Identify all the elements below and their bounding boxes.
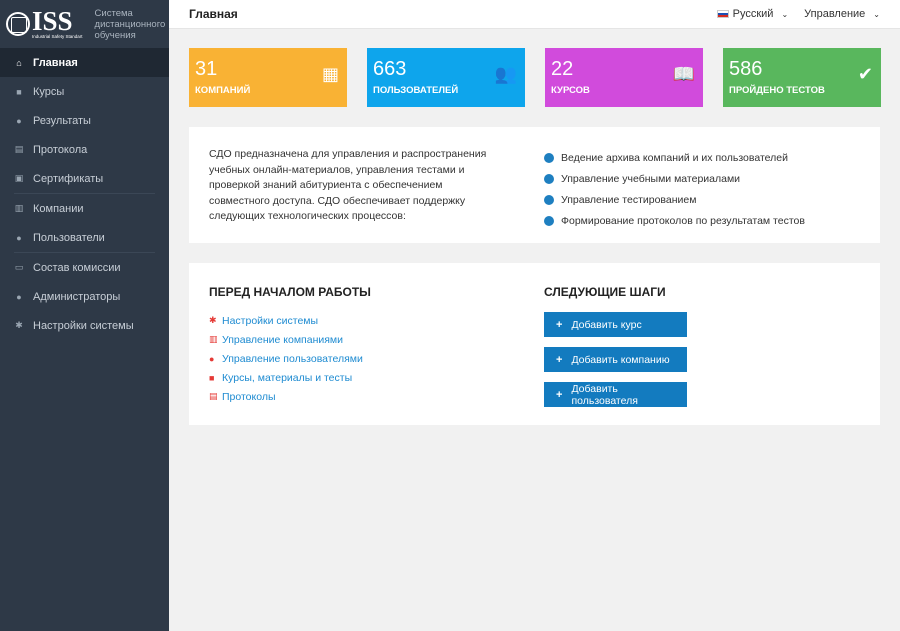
bullet-dot-icon: [544, 173, 554, 184]
stat-label: Пользователей: [373, 85, 459, 96]
protocol-icon: ▤: [209, 391, 218, 401]
sidebar-item-protocols[interactable]: ▤ Протокола: [0, 135, 169, 164]
stat-card-courses[interactable]: 22 Курсов 📖: [545, 48, 703, 107]
intro-text: СДО предназначена для управления и распр…: [209, 148, 487, 222]
logo-caption: Система дистанционного обучения: [94, 7, 166, 41]
book-icon: 📖: [672, 64, 695, 84]
certificate-icon: ▣: [14, 173, 24, 183]
page-title: Главная: [189, 7, 238, 21]
sidebar-item-home[interactable]: ⌂ Главная: [0, 48, 169, 77]
russia-flag-icon: [716, 10, 729, 18]
stat-card-companies[interactable]: 31 Компаний ▦: [189, 48, 347, 107]
section-title: ПЕРЕД НАЧАЛОМ РАБОТЫ: [209, 285, 371, 299]
courses-icon: ■: [16, 86, 22, 97]
logo[interactable]: ISS Industrial Safety Standart Система д…: [0, 0, 169, 48]
home-icon: ⌂: [16, 57, 22, 68]
logo-tagline: Industrial Safety Standart: [32, 34, 83, 39]
feature-list: Ведение архива компаний и их пользовател…: [544, 147, 805, 231]
list-item: Управление учебными материалами: [544, 168, 805, 189]
users-icon: 👥: [494, 64, 517, 84]
link-settings[interactable]: ✱ Настройки системы: [209, 311, 371, 330]
results-icon: ●: [16, 115, 22, 126]
list-item: Формирование протоколов по результатам т…: [544, 210, 805, 231]
sidebar-item-certificates[interactable]: ▣ Сертификаты: [0, 164, 169, 193]
management-dropdown[interactable]: Управление ⌄: [804, 8, 880, 20]
before-start-section: ПЕРЕД НАЧАЛОМ РАБОТЫ ✱ Настройки системы…: [209, 285, 371, 406]
users-icon: ●: [209, 353, 215, 364]
protocol-icon: ▤: [14, 144, 24, 154]
plus-icon: +: [556, 318, 563, 331]
commission-icon: ▭: [14, 262, 24, 272]
sidebar: ISS Industrial Safety Standart Система д…: [0, 0, 169, 631]
gear-icon: ✱: [209, 315, 217, 325]
users-icon: ●: [16, 232, 22, 243]
add-company-button[interactable]: + Добавить компанию: [544, 347, 687, 372]
sidebar-item-companies[interactable]: ▥ Компании: [0, 194, 169, 223]
sidebar-item-label: Администраторы: [33, 290, 121, 303]
stats-row: 31 Компаний ▦ 663 Пользователей 👥 22 Кур…: [189, 48, 881, 107]
building-icon: ▦: [321, 64, 339, 84]
bullet-dot-icon: [544, 215, 554, 226]
stat-label: Курсов: [551, 85, 590, 96]
admin-icon: ●: [16, 291, 22, 302]
sidebar-item-label: Сертификаты: [33, 172, 104, 185]
globe-icon: [6, 12, 30, 36]
sidebar-item-courses[interactable]: ■ Курсы: [0, 77, 169, 106]
user-check-icon: ✔: [857, 64, 873, 84]
section-title: СЛЕДУЮЩИЕ ШАГИ: [544, 285, 666, 299]
bullet-dot-icon: [544, 194, 554, 205]
gear-icon: ✱: [15, 320, 23, 330]
sidebar-item-label: Главная: [33, 56, 78, 69]
management-label: Управление: [804, 8, 866, 20]
link-users[interactable]: ● Управление пользователями: [209, 349, 371, 368]
language-label: Русский: [732, 8, 774, 20]
plus-icon: +: [556, 388, 563, 401]
sidebar-item-label: Результаты: [33, 114, 91, 127]
courses-icon: ■: [209, 372, 215, 383]
stat-label: Компаний: [195, 85, 251, 96]
chevron-down-icon: ⌄: [781, 9, 789, 19]
sidebar-item-label: Компании: [33, 202, 84, 215]
bullet-dot-icon: [544, 152, 554, 163]
stat-card-users[interactable]: 663 Пользователей 👥: [367, 48, 525, 107]
stat-value: 586: [729, 58, 763, 80]
list-item: Ведение архива компаний и их пользовател…: [544, 147, 805, 168]
language-dropdown[interactable]: Русский ⌄: [716, 8, 789, 20]
sidebar-item-label: Настройки системы: [33, 319, 134, 332]
stat-label: Пройдено тестов: [729, 85, 825, 96]
add-course-button[interactable]: + Добавить курс: [544, 312, 687, 337]
sidebar-item-settings[interactable]: ✱ Настройки системы: [0, 311, 169, 340]
sidebar-item-label: Пользователи: [33, 231, 105, 244]
intro-panel: СДО предназначена для управления и распр…: [189, 127, 880, 243]
sidebar-item-results[interactable]: ● Результаты: [0, 106, 169, 135]
link-protocols[interactable]: ▤ Протоколы: [209, 387, 371, 406]
link-companies[interactable]: ▥ Управление компаниями: [209, 330, 371, 349]
plus-icon: +: [556, 353, 563, 366]
stat-card-tests[interactable]: 586 Пройдено тестов ✔: [723, 48, 881, 107]
next-steps-section: СЛЕДУЮЩИЕ ШАГИ + Добавить курс + Добавит…: [544, 285, 687, 417]
company-icon: ▥: [14, 203, 24, 213]
sidebar-item-users[interactable]: ● Пользователи: [0, 223, 169, 252]
sidebar-item-commission[interactable]: ▭ Состав комиссии: [0, 253, 169, 282]
stat-value: 31: [195, 58, 218, 80]
link-courses[interactable]: ■ Курсы, материалы и тесты: [209, 368, 371, 387]
sidebar-item-label: Курсы: [33, 85, 65, 98]
list-item: Управление тестированием: [544, 189, 805, 210]
company-icon: ▥: [209, 334, 218, 344]
sidebar-item-admins[interactable]: ● Администраторы: [0, 282, 169, 311]
logo-mark: ISS Industrial Safety Standart: [6, 8, 83, 40]
main-content: 31 Компаний ▦ 663 Пользователей 👥 22 Кур…: [169, 29, 900, 631]
chevron-down-icon: ⌄: [873, 9, 880, 19]
sidebar-item-label: Протокола: [33, 143, 88, 156]
topbar: Главная Русский ⌄ Управление ⌄: [169, 0, 900, 29]
getting-started-panel: ПЕРЕД НАЧАЛОМ РАБОТЫ ✱ Настройки системы…: [189, 263, 880, 425]
logo-name: ISS: [32, 6, 73, 36]
add-user-button[interactable]: + Добавить пользователя: [544, 382, 687, 407]
sidebar-item-label: Состав комиссии: [33, 261, 121, 274]
